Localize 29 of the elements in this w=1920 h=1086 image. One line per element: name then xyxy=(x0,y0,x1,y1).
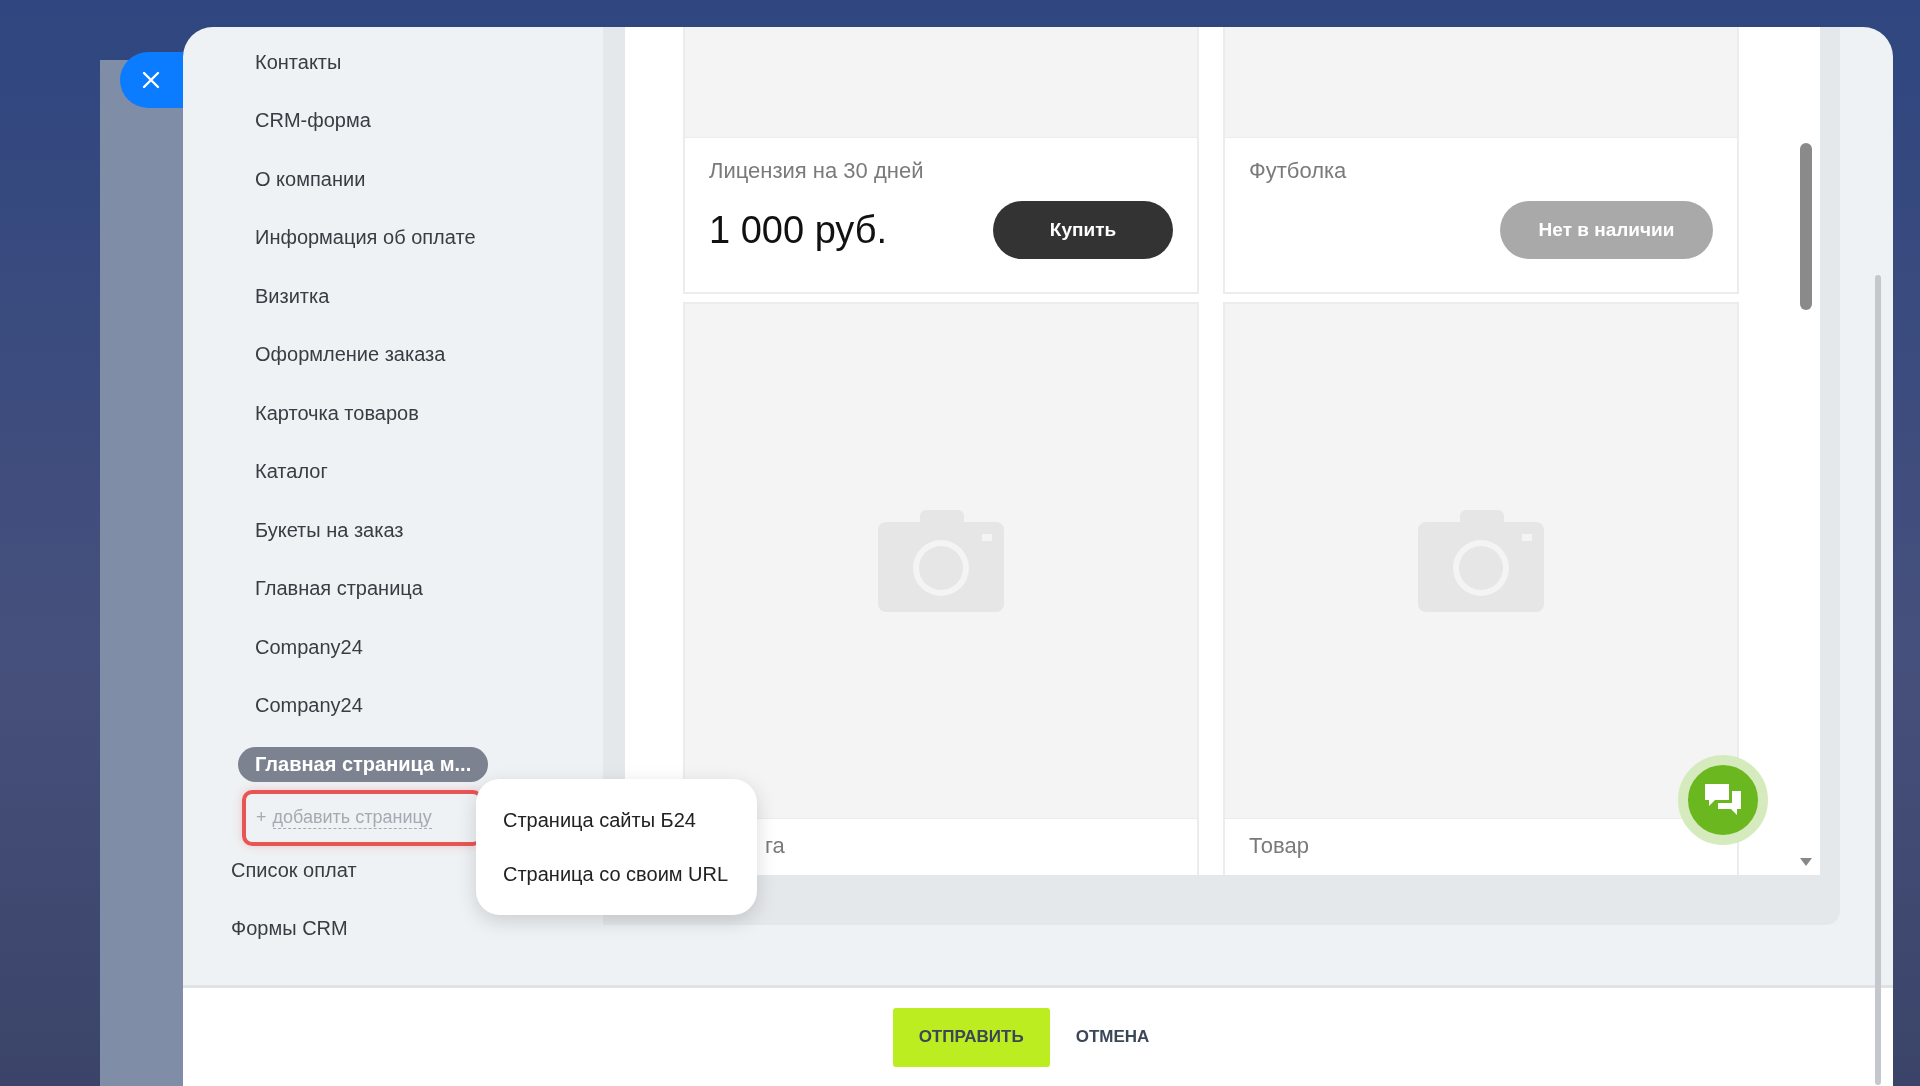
product-title: Лицензия на 30 дней xyxy=(709,158,925,184)
page-item[interactable]: Букеты на заказ xyxy=(238,512,421,548)
page-item[interactable]: Оформление заказа xyxy=(238,337,463,373)
send-button[interactable]: ОТПРАВИТЬ xyxy=(892,1007,1050,1067)
scroll-down-icon[interactable] xyxy=(1800,858,1812,866)
menu-item[interactable]: Страница со своим URL xyxy=(476,847,757,901)
product-title: Товар xyxy=(1248,832,1310,859)
page-item[interactable]: Каталог xyxy=(238,454,345,490)
page-item[interactable]: Карточка товаров xyxy=(238,395,436,431)
page-item[interactable]: Информация об оплате xyxy=(238,220,493,256)
group-item[interactable]: Формы CRM xyxy=(231,917,348,940)
page-item[interactable]: Контакты xyxy=(238,44,359,80)
page-item[interactable]: CRM-форма xyxy=(238,103,388,139)
product-title: Футболка xyxy=(1249,158,1348,184)
plus-icon: + xyxy=(256,807,267,828)
page-item[interactable]: Company24 xyxy=(238,688,380,724)
page-item[interactable]: О компании xyxy=(238,161,383,197)
page-item[interactable]: Главная страница xyxy=(238,571,440,607)
group-item[interactable]: Список оплат xyxy=(231,859,357,882)
page-item[interactable]: Company24 xyxy=(238,629,380,665)
page-item[interactable]: Визитка xyxy=(238,278,347,314)
scrollbar[interactable] xyxy=(1875,275,1881,1085)
cancel-button[interactable]: ОТМЕНА xyxy=(1071,1007,1154,1067)
menu-item[interactable]: Страница сайты Б24 xyxy=(476,793,757,847)
page-item[interactable]: Главная страница м... xyxy=(238,746,489,782)
product-price: 1 000 руб. xyxy=(709,208,888,252)
close-button[interactable] xyxy=(120,52,183,108)
close-icon xyxy=(141,70,161,90)
buy-button[interactable]: Купить xyxy=(993,201,1173,259)
